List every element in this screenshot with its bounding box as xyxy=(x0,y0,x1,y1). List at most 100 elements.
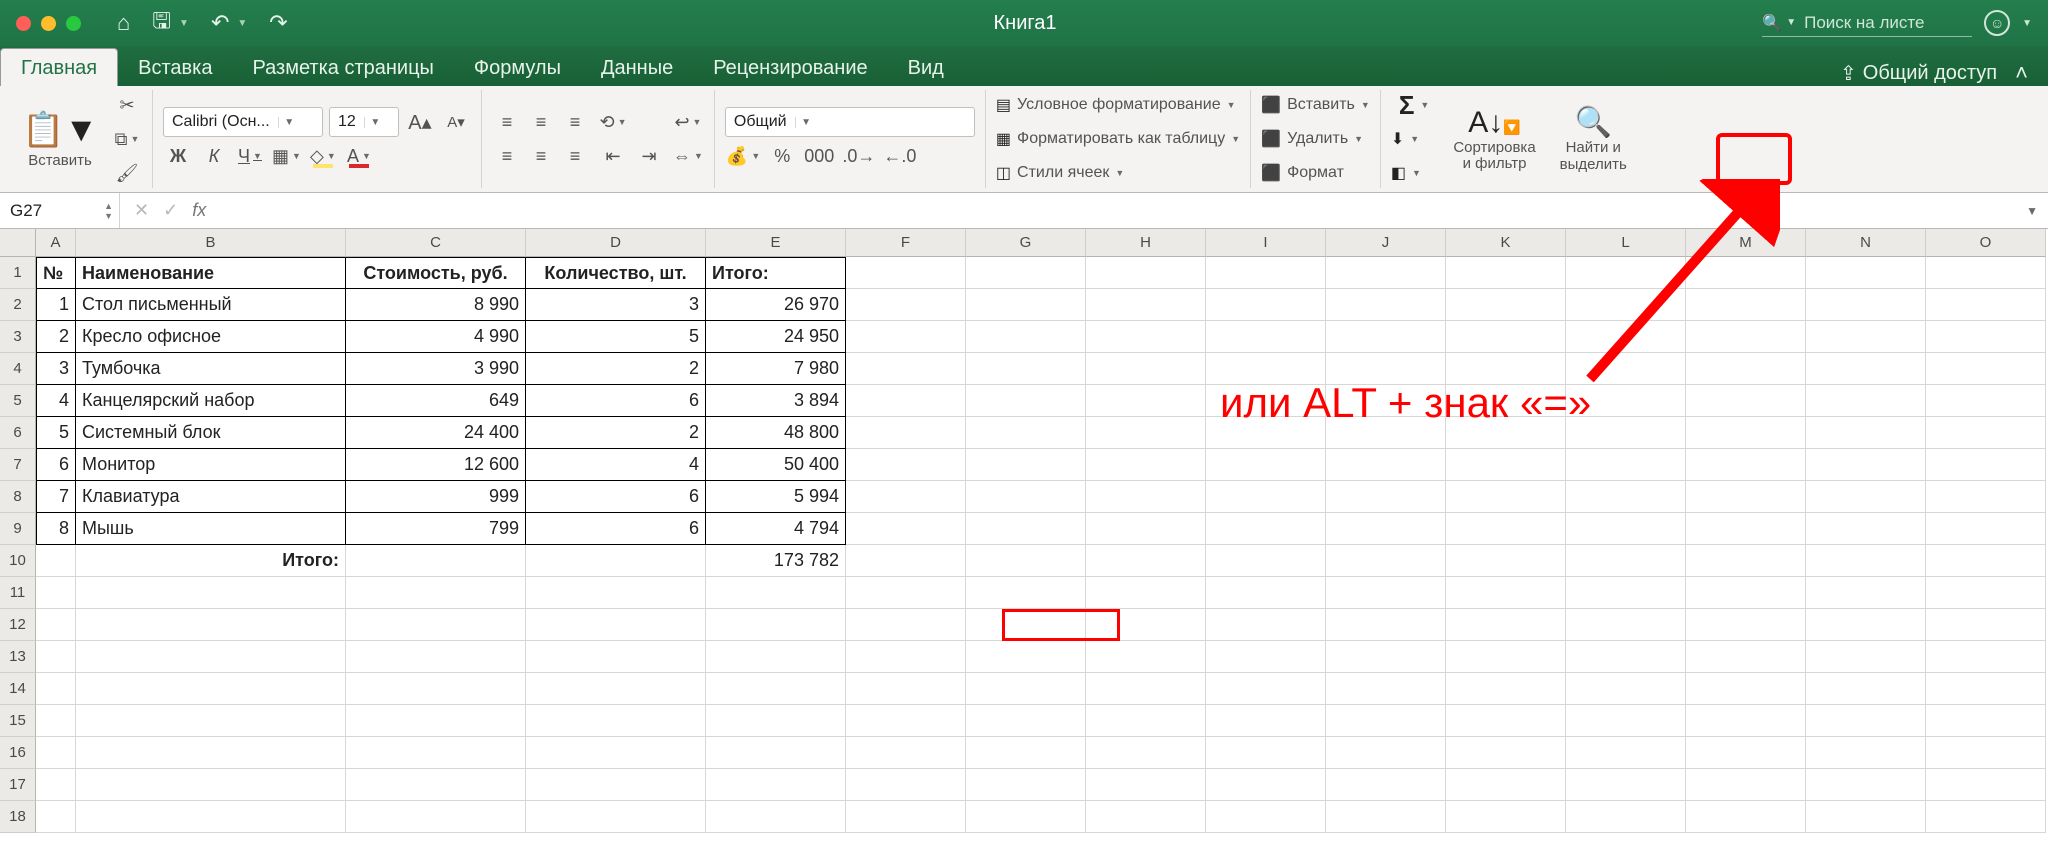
cell-N17[interactable] xyxy=(1806,769,1926,801)
cell-L6[interactable] xyxy=(1566,417,1686,449)
cell-M9[interactable] xyxy=(1686,513,1806,545)
row-header-14[interactable]: 14 xyxy=(0,673,36,705)
cell-B14[interactable] xyxy=(76,673,346,705)
maximize-window-button[interactable] xyxy=(66,16,81,31)
delete-cells-button[interactable]: ⬛Удалить▼ xyxy=(1261,124,1370,154)
column-header-G[interactable]: G xyxy=(966,229,1086,257)
font-color-button[interactable]: A▼ xyxy=(344,141,374,171)
cell-I1[interactable] xyxy=(1206,257,1326,289)
cell-B15[interactable] xyxy=(76,705,346,737)
cell-H2[interactable] xyxy=(1086,289,1206,321)
cell-O7[interactable] xyxy=(1926,449,2046,481)
column-header-C[interactable]: C xyxy=(346,229,526,257)
cell-K1[interactable] xyxy=(1446,257,1566,289)
row-header-12[interactable]: 12 xyxy=(0,609,36,641)
cell-K3[interactable] xyxy=(1446,321,1566,353)
cell-H17[interactable] xyxy=(1086,769,1206,801)
cell-E17[interactable] xyxy=(706,769,846,801)
clear-button[interactable]: ◧▼ xyxy=(1391,158,1438,188)
cell-D9[interactable]: 6 xyxy=(526,513,706,545)
cell-J1[interactable] xyxy=(1326,257,1446,289)
search-input[interactable] xyxy=(1802,12,1972,34)
cell-M6[interactable] xyxy=(1686,417,1806,449)
tab-review[interactable]: Рецензирование xyxy=(693,49,887,86)
cell-L13[interactable] xyxy=(1566,641,1686,673)
cell-H4[interactable] xyxy=(1086,353,1206,385)
currency-button[interactable]: 💰▼ xyxy=(725,141,761,171)
cell-O6[interactable] xyxy=(1926,417,2046,449)
cell-D4[interactable]: 2 xyxy=(526,353,706,385)
cell-K9[interactable] xyxy=(1446,513,1566,545)
cell-O4[interactable] xyxy=(1926,353,2046,385)
cell-I16[interactable] xyxy=(1206,737,1326,769)
font-name-combo[interactable]: Calibri (Осн...▼ xyxy=(163,107,323,137)
cell-C14[interactable] xyxy=(346,673,526,705)
cell-G1[interactable] xyxy=(966,257,1086,289)
row-header-15[interactable]: 15 xyxy=(0,705,36,737)
cell-K16[interactable] xyxy=(1446,737,1566,769)
cell-E6[interactable]: 48 800 xyxy=(706,417,846,449)
cell-N1[interactable] xyxy=(1806,257,1926,289)
cell-K18[interactable] xyxy=(1446,801,1566,833)
fill-button[interactable]: ⬇▼ xyxy=(1391,124,1438,154)
column-header-D[interactable]: D xyxy=(526,229,706,257)
cell-O14[interactable] xyxy=(1926,673,2046,705)
cell-C2[interactable]: 8 990 xyxy=(346,289,526,321)
column-header-I[interactable]: I xyxy=(1206,229,1326,257)
row-header-4[interactable]: 4 xyxy=(0,353,36,385)
cell-A4[interactable]: 3 xyxy=(36,353,76,385)
borders-button[interactable]: ▦▼ xyxy=(271,141,302,171)
cell-H7[interactable] xyxy=(1086,449,1206,481)
cell-I3[interactable] xyxy=(1206,321,1326,353)
cell-D15[interactable] xyxy=(526,705,706,737)
cell-I7[interactable] xyxy=(1206,449,1326,481)
format-painter-button[interactable]: 🖌 xyxy=(112,158,142,188)
cell-G14[interactable] xyxy=(966,673,1086,705)
cell-M12[interactable] xyxy=(1686,609,1806,641)
row-header-10[interactable]: 10 xyxy=(0,545,36,577)
cell-A7[interactable]: 6 xyxy=(36,449,76,481)
cell-C8[interactable]: 999 xyxy=(346,481,526,513)
conditional-format-button[interactable]: ▤Условное форматирование▼ xyxy=(996,90,1240,120)
cell-H11[interactable] xyxy=(1086,577,1206,609)
cell-J10[interactable] xyxy=(1326,545,1446,577)
cell-H1[interactable] xyxy=(1086,257,1206,289)
cell-A15[interactable] xyxy=(36,705,76,737)
cell-O2[interactable] xyxy=(1926,289,2046,321)
cell-O10[interactable] xyxy=(1926,545,2046,577)
cell-L8[interactable] xyxy=(1566,481,1686,513)
find-select-button[interactable]: 🔍 Найти ивыделить xyxy=(1552,103,1635,175)
underline-button[interactable]: Ч▼ xyxy=(235,141,265,171)
align-bottom-button[interactable]: ≡ xyxy=(560,107,590,137)
bold-button[interactable]: Ж xyxy=(163,141,193,171)
cell-E10[interactable]: 173 782 xyxy=(706,545,846,577)
cell-M18[interactable] xyxy=(1686,801,1806,833)
cell-G15[interactable] xyxy=(966,705,1086,737)
cell-F18[interactable] xyxy=(846,801,966,833)
number-format-combo[interactable]: Общий▼ xyxy=(725,107,975,137)
cell-L17[interactable] xyxy=(1566,769,1686,801)
cell-A8[interactable]: 7 xyxy=(36,481,76,513)
cell-G17[interactable] xyxy=(966,769,1086,801)
cell-F2[interactable] xyxy=(846,289,966,321)
cell-C16[interactable] xyxy=(346,737,526,769)
cell-O16[interactable] xyxy=(1926,737,2046,769)
cell-N6[interactable] xyxy=(1806,417,1926,449)
cell-G5[interactable] xyxy=(966,385,1086,417)
row-header-16[interactable]: 16 xyxy=(0,737,36,769)
cell-M8[interactable] xyxy=(1686,481,1806,513)
cell-K14[interactable] xyxy=(1446,673,1566,705)
orientation-button[interactable]: ⟲▼ xyxy=(598,107,628,137)
cell-O11[interactable] xyxy=(1926,577,2046,609)
cell-K13[interactable] xyxy=(1446,641,1566,673)
cell-B18[interactable] xyxy=(76,801,346,833)
cell-B16[interactable] xyxy=(76,737,346,769)
collapse-ribbon-icon[interactable]: ˄ xyxy=(2015,60,2028,86)
cell-E7[interactable]: 50 400 xyxy=(706,449,846,481)
cell-I2[interactable] xyxy=(1206,289,1326,321)
tab-view[interactable]: Вид xyxy=(888,49,964,86)
cell-C15[interactable] xyxy=(346,705,526,737)
cell-F17[interactable] xyxy=(846,769,966,801)
cell-H16[interactable] xyxy=(1086,737,1206,769)
cell-J8[interactable] xyxy=(1326,481,1446,513)
